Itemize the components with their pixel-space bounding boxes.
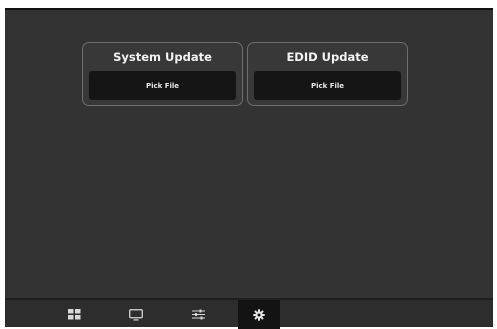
grid-icon bbox=[67, 309, 80, 320]
nav-tab-system-settings[interactable] bbox=[238, 300, 280, 329]
nav-tab-display[interactable] bbox=[115, 300, 157, 329]
nav-tab-dashboard[interactable] bbox=[53, 300, 95, 329]
system-update-pick-file-button[interactable]: Pick File bbox=[89, 71, 236, 100]
main-panel: System Update Pick File EDID Update Pick… bbox=[5, 10, 493, 296]
edid-update-title: EDID Update bbox=[286, 50, 369, 64]
edid-update-pick-file-button[interactable]: Pick File bbox=[254, 71, 401, 100]
monitor-icon bbox=[129, 308, 143, 320]
app-screen: System Update Pick File EDID Update Pick… bbox=[5, 8, 493, 329]
bottom-nav-bar bbox=[5, 300, 493, 329]
gear-icon bbox=[253, 308, 265, 321]
sliders-icon bbox=[191, 309, 205, 320]
system-update-card: System Update Pick File bbox=[82, 42, 243, 106]
system-update-title: System Update bbox=[113, 50, 212, 64]
edid-update-card: EDID Update Pick File bbox=[247, 42, 408, 106]
nav-tab-settings-sliders[interactable] bbox=[177, 300, 219, 329]
